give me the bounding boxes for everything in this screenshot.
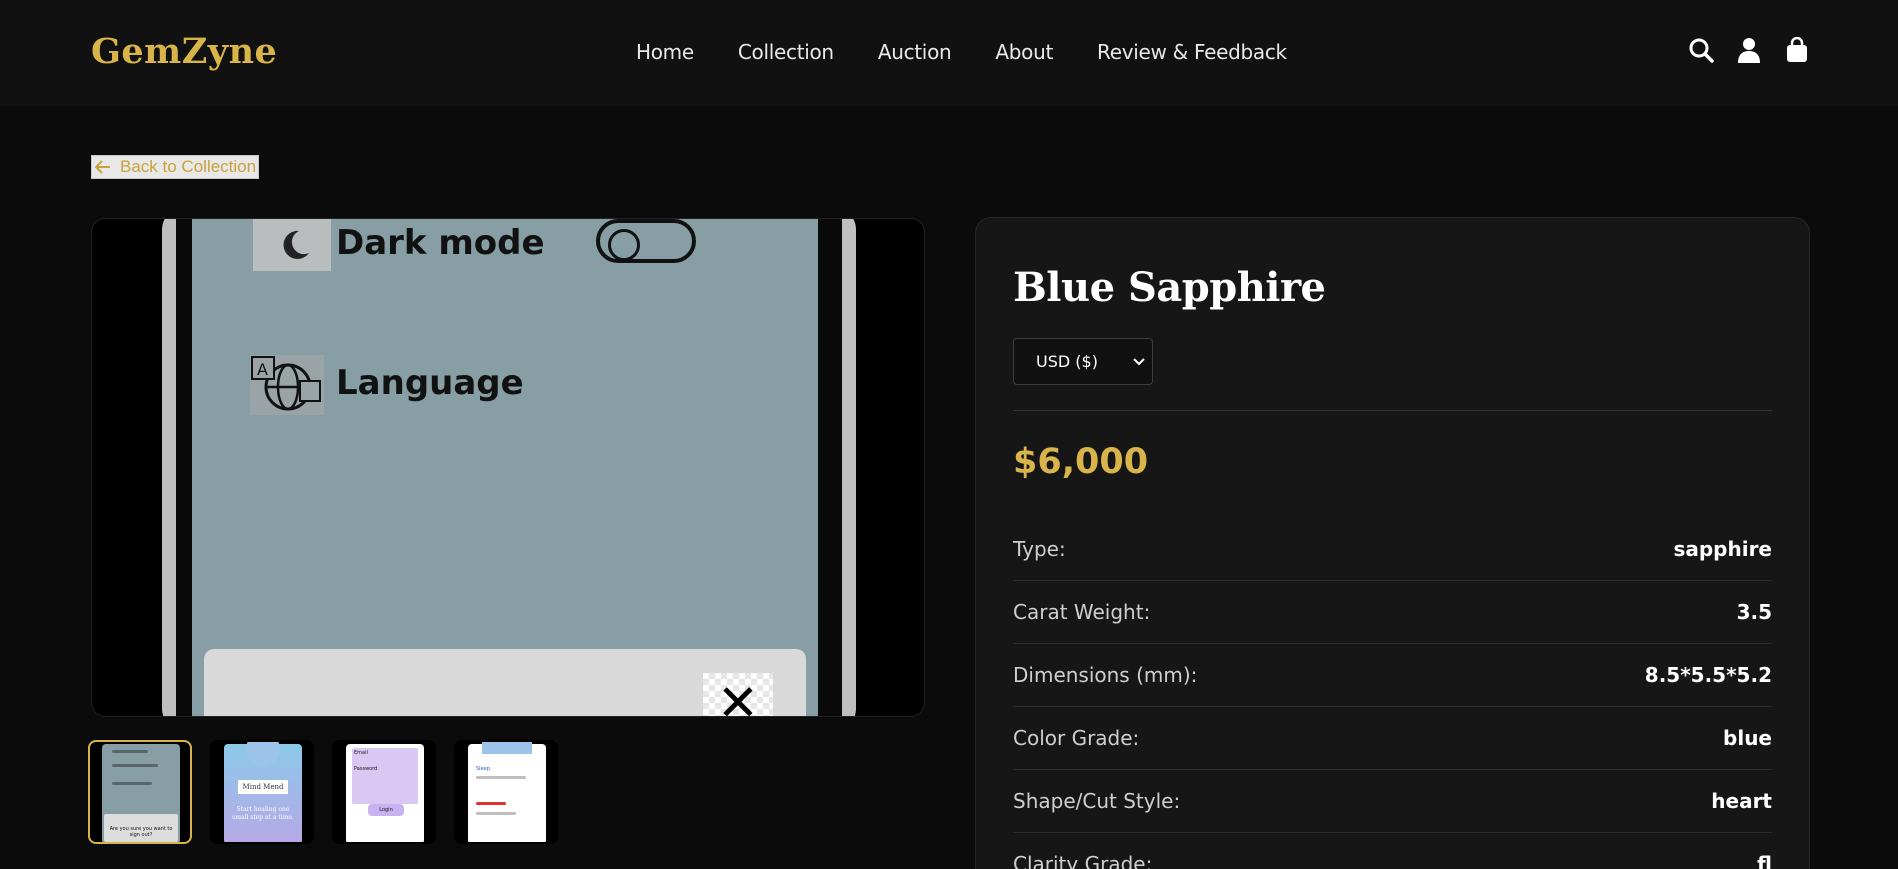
product-main-image: Dark mode A Language ✕	[91, 218, 925, 717]
spec-list: Type: sapphire Carat Weight: 3.5 Dimension…	[1013, 518, 1772, 869]
thumbnail-caption: Mind Mend	[238, 780, 288, 794]
spec-row: Color Grade: blue	[1013, 707, 1772, 770]
back-link-label: Back to Collection	[120, 157, 257, 176]
product-title: Blue Sapphire	[1013, 264, 1326, 311]
user-icon[interactable]	[1736, 36, 1762, 64]
shopping-bag-icon[interactable]	[1784, 36, 1810, 64]
site-logo[interactable]: GemZyne	[91, 31, 277, 72]
spec-label: Clarity Grade:	[1013, 852, 1153, 869]
language-label: Language	[336, 363, 524, 403]
moon-icon	[253, 219, 331, 271]
nav-auction[interactable]: Auction	[878, 40, 952, 64]
nav-about[interactable]: About	[995, 40, 1053, 64]
nav-collection[interactable]: Collection	[738, 40, 834, 64]
dark-mode-label: Dark mode	[336, 223, 545, 263]
thumbnail-caption: Are you sure you want to sign out?	[104, 814, 178, 842]
thumbnail-caption: Sleep	[476, 766, 490, 772]
divider	[1013, 410, 1772, 411]
spec-label: Shape/Cut Style:	[1013, 789, 1181, 813]
arrow-left-icon	[94, 160, 112, 174]
toggle-switch	[596, 219, 696, 263]
spec-row: Dimensions (mm): 8.5*5.5*5.2	[1013, 644, 1772, 707]
site-header: GemZyne Home Collection Auction About Re…	[0, 0, 1898, 106]
thumbnail-2[interactable]: Mind Mend Start healing one small step a…	[210, 740, 314, 844]
close-icon: ✕	[703, 673, 773, 716]
spec-row: Carat Weight: 3.5	[1013, 581, 1772, 644]
thumbnail-4[interactable]: Sleep	[454, 740, 558, 844]
spec-value: heart	[1711, 789, 1772, 813]
chevron-down-icon	[1132, 351, 1146, 375]
spec-row: Clarity Grade: fl	[1013, 833, 1772, 869]
spec-label: Type:	[1013, 537, 1066, 561]
currency-value: USD ($)	[1036, 352, 1098, 371]
product-price: $6,000	[1013, 442, 1149, 482]
spec-value: 3.5	[1736, 600, 1772, 624]
currency-select[interactable]: USD ($)	[1013, 338, 1153, 385]
search-icon[interactable]	[1688, 36, 1714, 64]
thumbnail-subcaption: Start healing one small step at a time.	[232, 806, 294, 821]
spec-value: blue	[1723, 726, 1772, 750]
spec-row: Shape/Cut Style: heart	[1013, 770, 1772, 833]
spec-value: fl	[1757, 852, 1772, 869]
back-to-collection-link[interactable]: Back to Collection	[91, 155, 260, 179]
thumbnail-strip: Are you sure you want to sign out? Mind …	[88, 740, 558, 844]
main-nav: Home Collection Auction About Review & F…	[636, 40, 1287, 64]
thumbnail-caption: Login	[368, 804, 404, 816]
thumbnail-3[interactable]: Email Password Login	[332, 740, 436, 844]
nav-review-feedback[interactable]: Review & Feedback	[1097, 40, 1287, 64]
phone-screen	[192, 219, 818, 716]
spec-value: 8.5*5.5*5.2	[1644, 663, 1772, 687]
spec-value: sapphire	[1673, 537, 1772, 561]
thumbnail-1[interactable]: Are you sure you want to sign out?	[88, 740, 192, 844]
translate-globe-icon: A	[250, 355, 324, 415]
product-details-panel: Blue Sapphire USD ($) $6,000 Type: sapphi…	[975, 217, 1810, 869]
nav-home[interactable]: Home	[636, 40, 694, 64]
svg-text:A: A	[257, 360, 268, 379]
header-icons	[1688, 36, 1810, 64]
spec-row: Type: sapphire	[1013, 518, 1772, 581]
spec-label: Dimensions (mm):	[1013, 663, 1198, 687]
spec-label: Carat Weight:	[1013, 600, 1151, 624]
spec-label: Color Grade:	[1013, 726, 1140, 750]
